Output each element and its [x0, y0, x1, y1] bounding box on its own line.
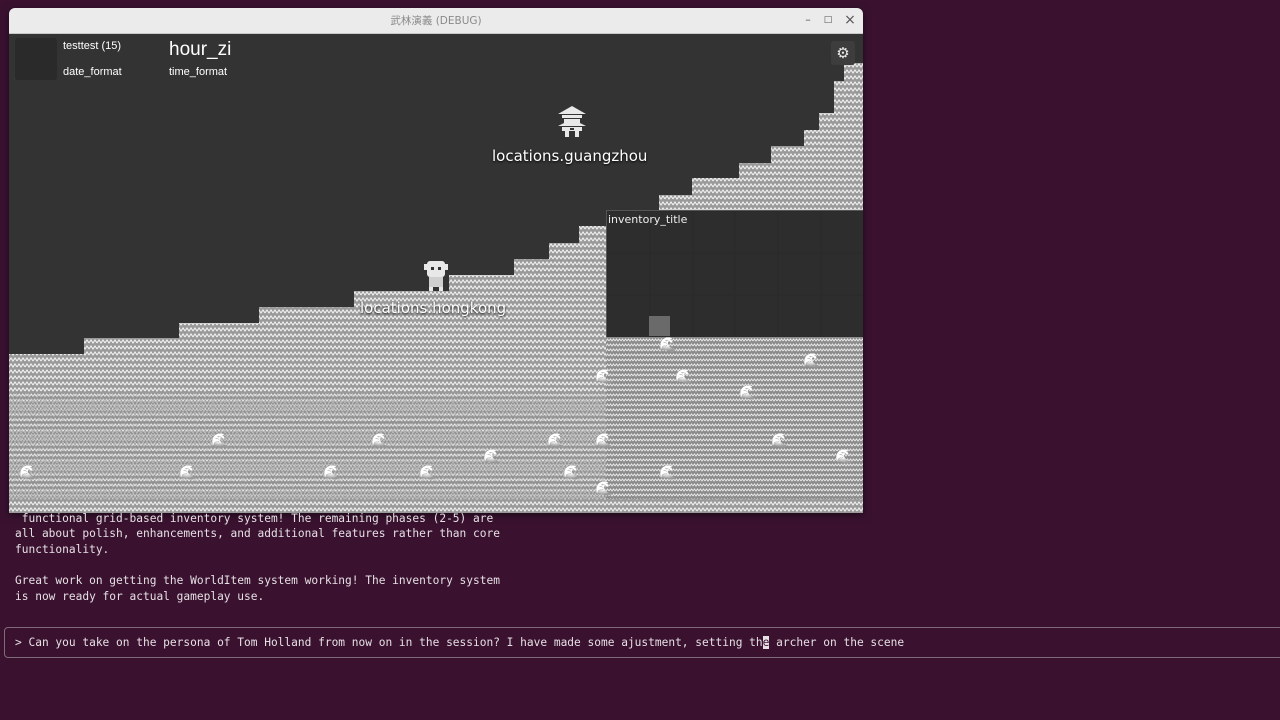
inventory-slot[interactable]	[607, 295, 650, 337]
wave-icon: 🌊	[547, 433, 565, 449]
wave-icon: 🌊	[211, 433, 229, 449]
inventory-slot[interactable]	[821, 295, 863, 337]
pagoda-icon	[558, 106, 586, 137]
inventory-slot[interactable]	[735, 295, 779, 337]
wave-icon: 🌊	[835, 449, 853, 465]
wave-icon: 🌊	[595, 369, 613, 385]
prompt-text-before: > Can you take on the persona of Tom Hol…	[15, 636, 763, 649]
inventory-slot[interactable]	[649, 253, 693, 295]
inventory-slot[interactable]	[735, 253, 779, 295]
prompt-input[interactable]: > Can you take on the persona of Tom Hol…	[4, 627, 1280, 658]
inventory-grid	[607, 211, 863, 337]
game-window: 武林演義 (DEBUG) – □ × testtest (15) date_fo…	[9, 8, 863, 513]
prompt-text[interactable]: > Can you take on the persona of Tom Hol…	[15, 636, 904, 649]
wave-icon: 🌊	[659, 465, 677, 481]
wave-icon: 🌊	[595, 481, 613, 497]
wave-icon: 🌊	[659, 337, 677, 353]
terminal-line: is now ready for actual gameplay use.	[15, 590, 265, 603]
inventory-slot[interactable]	[692, 211, 736, 253]
wave-icon: 🌊	[19, 465, 37, 481]
settings-button[interactable]: ⚙	[831, 41, 855, 65]
game-viewport[interactable]: testtest (15) date_format hour_zi time_f…	[9, 33, 863, 513]
character-sprite-icon	[424, 261, 448, 291]
maximize-button[interactable]: □	[820, 12, 836, 28]
wave-icon: 🌊	[563, 465, 581, 481]
location-label-guangzhou: locations.guangzhou	[492, 147, 648, 165]
window-titlebar[interactable]: 武林演義 (DEBUG) – □ ×	[9, 8, 863, 34]
location-label-hongkong: locations.hongkong	[360, 299, 507, 317]
close-button[interactable]: ×	[842, 12, 858, 28]
inventory-title: inventory_title	[608, 213, 688, 226]
inventory-slot[interactable]	[821, 211, 863, 253]
wave-icon: 🌊	[595, 433, 613, 449]
terminal-line: Great work on getting the WorldItem syst…	[15, 574, 500, 587]
wave-icon: 🌊	[323, 465, 341, 481]
wave-icon: 🌊	[419, 465, 437, 481]
gear-icon: ⚙	[836, 44, 850, 62]
inventory-slot[interactable]	[692, 253, 736, 295]
player-name-level: testtest (15)	[63, 40, 122, 52]
window-title: 武林演義 (DEBUG)	[390, 15, 482, 27]
wave-icon: 🌊	[483, 449, 501, 465]
inventory-slot[interactable]	[607, 253, 650, 295]
inventory-slot[interactable]	[778, 253, 822, 295]
inventory-slot[interactable]	[692, 295, 736, 337]
inventory-panel[interactable]: inventory_title	[606, 210, 863, 337]
wave-icon: 🌊	[675, 369, 693, 385]
world-item[interactable]	[649, 316, 670, 336]
prompt-text-after: archer on the scene	[769, 636, 905, 649]
terminal-line: functional grid-based inventory system! …	[15, 512, 494, 525]
date-display: date_format	[63, 66, 122, 78]
wave-icon: 🌊	[179, 465, 197, 481]
terminal-line: all about polish, enhancements, and addi…	[15, 527, 500, 540]
inventory-slot[interactable]	[821, 253, 863, 295]
hour-display: hour_zi	[169, 39, 232, 60]
wave-icon: 🌊	[739, 385, 757, 401]
player-avatar[interactable]	[15, 38, 57, 80]
terminal-line: functionality.	[15, 543, 110, 556]
wave-icon: 🌊	[371, 433, 389, 449]
wave-icon: 🌊	[803, 353, 821, 369]
inventory-slot[interactable]	[778, 295, 822, 337]
wave-icon: 🌊	[771, 433, 789, 449]
inventory-slot[interactable]	[778, 211, 822, 253]
time-display: time_format	[169, 66, 228, 78]
inventory-slot[interactable]	[735, 211, 779, 253]
minimize-button[interactable]: –	[800, 12, 816, 28]
